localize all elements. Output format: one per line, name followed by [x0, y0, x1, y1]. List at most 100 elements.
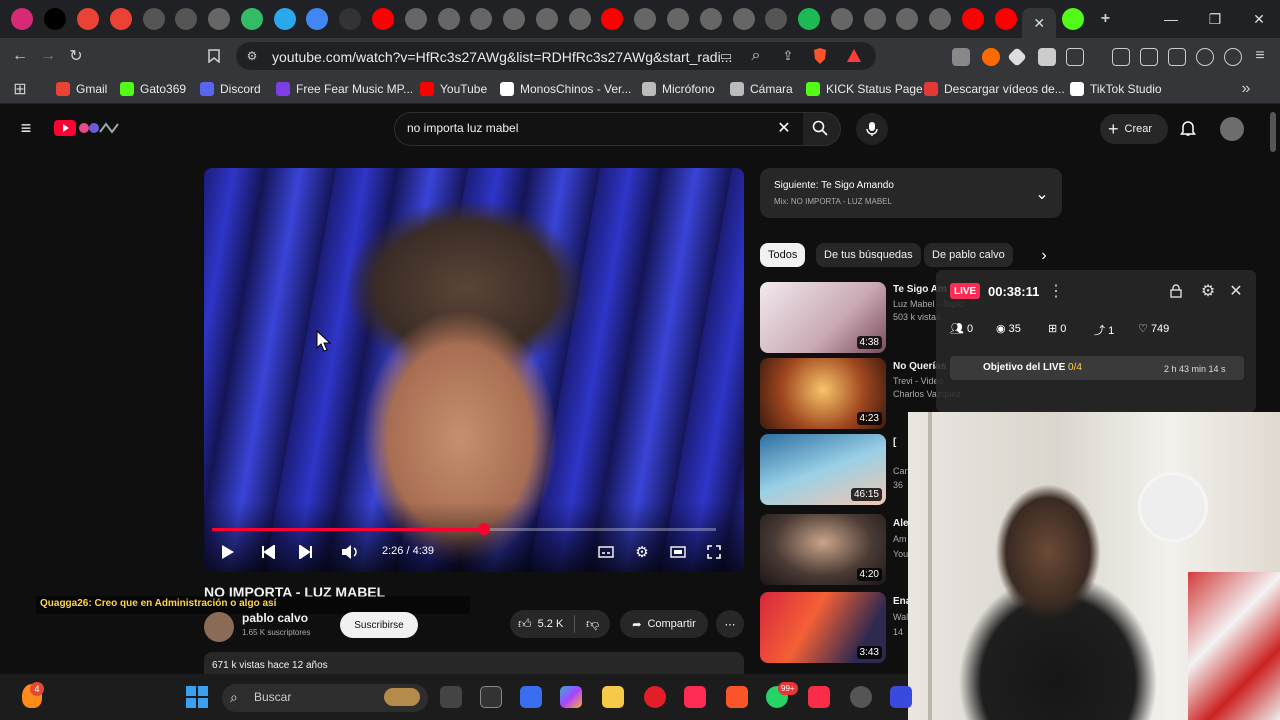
previous-icon[interactable]	[258, 542, 278, 562]
youtube-icon[interactable]	[601, 8, 624, 30]
brave-rewards-icon[interactable]	[844, 46, 864, 66]
apps-grid-icon[interactable]: ⊞	[10, 79, 30, 99]
bookmark-item[interactable]: Cámara	[730, 82, 793, 96]
extensions-puzzle-icon[interactable]	[1038, 48, 1056, 66]
subtitles-icon[interactable]	[596, 542, 616, 562]
bookmark-icon[interactable]	[204, 46, 224, 66]
related-thumbnail[interactable]: 46:15	[760, 434, 886, 505]
chip-de-tus-busquedas[interactable]: De tus búsquedas	[816, 243, 921, 267]
more-actions-icon[interactable]: ⋯	[716, 610, 744, 638]
close-tab-icon[interactable]: ✕	[1022, 8, 1057, 38]
bookmark-item[interactable]: Free Fear Music MP...	[276, 82, 413, 96]
menu-icon[interactable]: ≡	[1250, 46, 1270, 66]
minimize-icon[interactable]: —	[1150, 0, 1192, 38]
youtube-doodle-logo[interactable]	[78, 120, 120, 136]
chip-todos[interactable]: Todos	[760, 243, 806, 267]
file-explorer-icon[interactable]	[602, 686, 624, 708]
related-title[interactable]: [	[893, 437, 896, 448]
leo-icon[interactable]	[1196, 48, 1214, 66]
site-icon[interactable]	[699, 8, 722, 30]
mw-icon[interactable]	[240, 8, 263, 30]
site-icon[interactable]	[535, 8, 558, 30]
vpn-icon[interactable]	[1224, 48, 1242, 66]
play-icon[interactable]	[218, 542, 238, 562]
avatar[interactable]	[1220, 117, 1244, 141]
taskbar-search-placeholder[interactable]: Buscar	[254, 690, 291, 704]
bookmark-item[interactable]: Descargar vídeos de...	[924, 82, 1065, 96]
bookmark-item[interactable]: MonosChinos - Ver...	[500, 82, 631, 96]
windows-start-icon[interactable]	[186, 686, 208, 708]
playlist-panel[interactable]	[760, 168, 1062, 218]
site-icon[interactable]	[568, 8, 591, 30]
chip-de-pablo-calvo[interactable]: De pablo calvo	[924, 243, 1013, 267]
zoom-icon[interactable]: ⌕	[746, 46, 766, 66]
af-icon[interactable]	[765, 8, 788, 30]
app-icon[interactable]	[480, 686, 502, 708]
settings-app-icon[interactable]	[850, 686, 872, 708]
more-options-icon[interactable]: ⋮	[1046, 281, 1066, 301]
bookmark-item[interactable]: KICK Status Page	[806, 82, 923, 96]
url-text[interactable]: youtube.com/watch?v=HfRc3s27AWg&list=RDH…	[272, 49, 732, 65]
youtube-icon[interactable]	[371, 8, 394, 30]
tab-search-icon[interactable]	[1066, 48, 1084, 66]
hamburger-menu-icon[interactable]: ≡	[16, 118, 36, 138]
media-icon[interactable]	[1112, 48, 1130, 66]
brave-icon[interactable]	[726, 686, 748, 708]
google-icon[interactable]	[306, 8, 329, 30]
share-page-icon[interactable]: ⇪	[778, 46, 798, 66]
next-icon[interactable]	[296, 542, 316, 562]
site-icon[interactable]	[732, 8, 755, 30]
site-icon[interactable]	[470, 8, 493, 30]
lock-icon[interactable]	[1166, 281, 1186, 301]
spotify-icon[interactable]	[798, 8, 821, 30]
site-icon[interactable]	[208, 8, 231, 30]
clear-search-icon[interactable]: ✕	[774, 118, 794, 138]
extension-icon[interactable]	[982, 48, 1000, 66]
app-icon[interactable]	[890, 686, 912, 708]
telegram-icon[interactable]	[273, 8, 296, 30]
site-icon[interactable]	[503, 8, 526, 30]
store-icon[interactable]	[520, 686, 542, 708]
site-icon[interactable]	[667, 8, 690, 30]
chevron-right-icon[interactable]: ›	[1034, 246, 1054, 266]
site-icon[interactable]	[634, 8, 657, 30]
youtube-logo-icon[interactable]	[54, 120, 76, 136]
channel-name[interactable]: pablo calvo	[242, 611, 308, 625]
reload-icon[interactable]: ↻	[66, 46, 86, 66]
brave-shield-icon[interactable]	[810, 46, 830, 66]
like-icon[interactable]: 👍︎	[518, 616, 532, 632]
site-icon[interactable]	[863, 8, 886, 30]
volume-icon[interactable]	[340, 542, 360, 562]
share-button[interactable]: ➦ Compartir	[620, 610, 708, 638]
fullscreen-icon[interactable]	[704, 542, 724, 562]
bookmark-item[interactable]: TikTok Studio	[1070, 82, 1162, 96]
youtube-icon[interactable]	[994, 8, 1017, 30]
sidebar-icon[interactable]	[1140, 48, 1158, 66]
close-overlay-icon[interactable]: ✕	[1226, 281, 1246, 301]
site-info-icon[interactable]: ⚙	[242, 46, 262, 66]
back-icon[interactable]: ←	[10, 46, 30, 66]
new-tab-icon[interactable]: +	[1094, 8, 1116, 30]
wallet-icon[interactable]	[1168, 48, 1186, 66]
tiktok-icon[interactable]	[684, 686, 706, 708]
site-icon[interactable]	[437, 8, 460, 30]
settings-gear-icon[interactable]: ⚙	[632, 542, 652, 562]
voice-search-button[interactable]	[856, 113, 888, 145]
restore-icon[interactable]: ❐	[1194, 0, 1236, 38]
video-player[interactable]	[204, 168, 744, 572]
settings-icon[interactable]: ⚙	[1198, 281, 1218, 301]
bookmark-item[interactable]: Gato369	[120, 82, 186, 96]
theater-mode-icon[interactable]	[668, 542, 688, 562]
related-title[interactable]: Ale	[893, 518, 909, 529]
create-button[interactable]: + Crear	[1100, 114, 1168, 144]
notifications-bell-icon[interactable]	[1178, 118, 1198, 138]
af-icon[interactable]	[175, 8, 198, 30]
cast-icon[interactable]: ▭	[716, 46, 736, 66]
bookmark-item[interactable]: Micrófono	[642, 82, 715, 96]
loading-icon[interactable]	[339, 8, 362, 30]
related-thumbnail[interactable]: 4:20	[760, 514, 886, 585]
opera-icon[interactable]	[644, 686, 666, 708]
gmail-icon[interactable]	[109, 8, 132, 30]
forward-icon[interactable]: →	[38, 46, 58, 66]
copilot-icon[interactable]	[560, 686, 582, 708]
